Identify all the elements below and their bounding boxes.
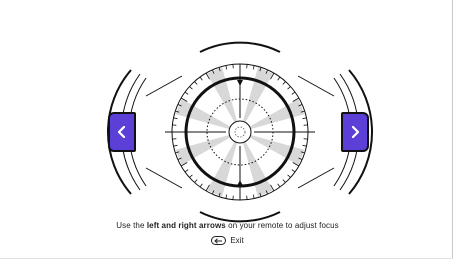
instruction-prefix: Use the (116, 221, 147, 230)
ring-tick (194, 81, 198, 85)
ring-tick (173, 117, 178, 120)
focus-ray (248, 99, 305, 130)
focus-left-button[interactable] (108, 112, 136, 152)
ring-tick (302, 117, 307, 120)
bottom-arc (199, 211, 281, 223)
instruction-bold: left and right arrows (146, 221, 226, 230)
ring-tick (287, 86, 291, 90)
ring-tick (291, 169, 296, 173)
ring-tick (277, 76, 281, 81)
ring-tick (282, 81, 286, 85)
top-arc (199, 41, 281, 53)
connector-right-bottom (297, 167, 335, 189)
ring-tick (173, 144, 178, 147)
focus-ray (207, 67, 238, 124)
marker-top-icon (237, 80, 243, 86)
connector-left-bottom (145, 167, 183, 189)
marker-bottom-icon (237, 180, 243, 186)
focus-ray (248, 134, 305, 165)
ring-tick (184, 91, 189, 95)
connector-left-top (145, 75, 183, 97)
ring-tick (282, 179, 286, 183)
ring-tick (189, 86, 193, 90)
chevron-left-icon (117, 125, 126, 139)
focus-right-button[interactable] (341, 112, 369, 152)
ring-tick (252, 65, 255, 70)
ring-tick (302, 144, 307, 147)
center-reticle (228, 120, 252, 144)
connector-right-top (297, 75, 335, 97)
ring-tick (225, 65, 228, 70)
chevron-right-icon (351, 125, 360, 139)
back-arrow-icon (211, 236, 227, 245)
focus-ray (207, 140, 238, 197)
instruction-text: Use the left and right arrows on your re… (0, 221, 455, 230)
exit-button[interactable]: Exit (0, 236, 455, 245)
ring-tick (189, 174, 193, 178)
exit-label: Exit (230, 236, 244, 245)
ring-tick (287, 174, 291, 178)
ring-tick (225, 194, 228, 199)
ring-tick (199, 76, 203, 81)
ring-tick (277, 183, 281, 188)
instruction-suffix: on your remote to adjust focus (225, 221, 339, 230)
ring-tick (252, 194, 255, 199)
ring-tick (199, 183, 203, 188)
ring-tick (194, 179, 198, 183)
focus-ray (175, 134, 232, 165)
ring-tick (291, 91, 296, 95)
ring-tick (184, 169, 189, 173)
